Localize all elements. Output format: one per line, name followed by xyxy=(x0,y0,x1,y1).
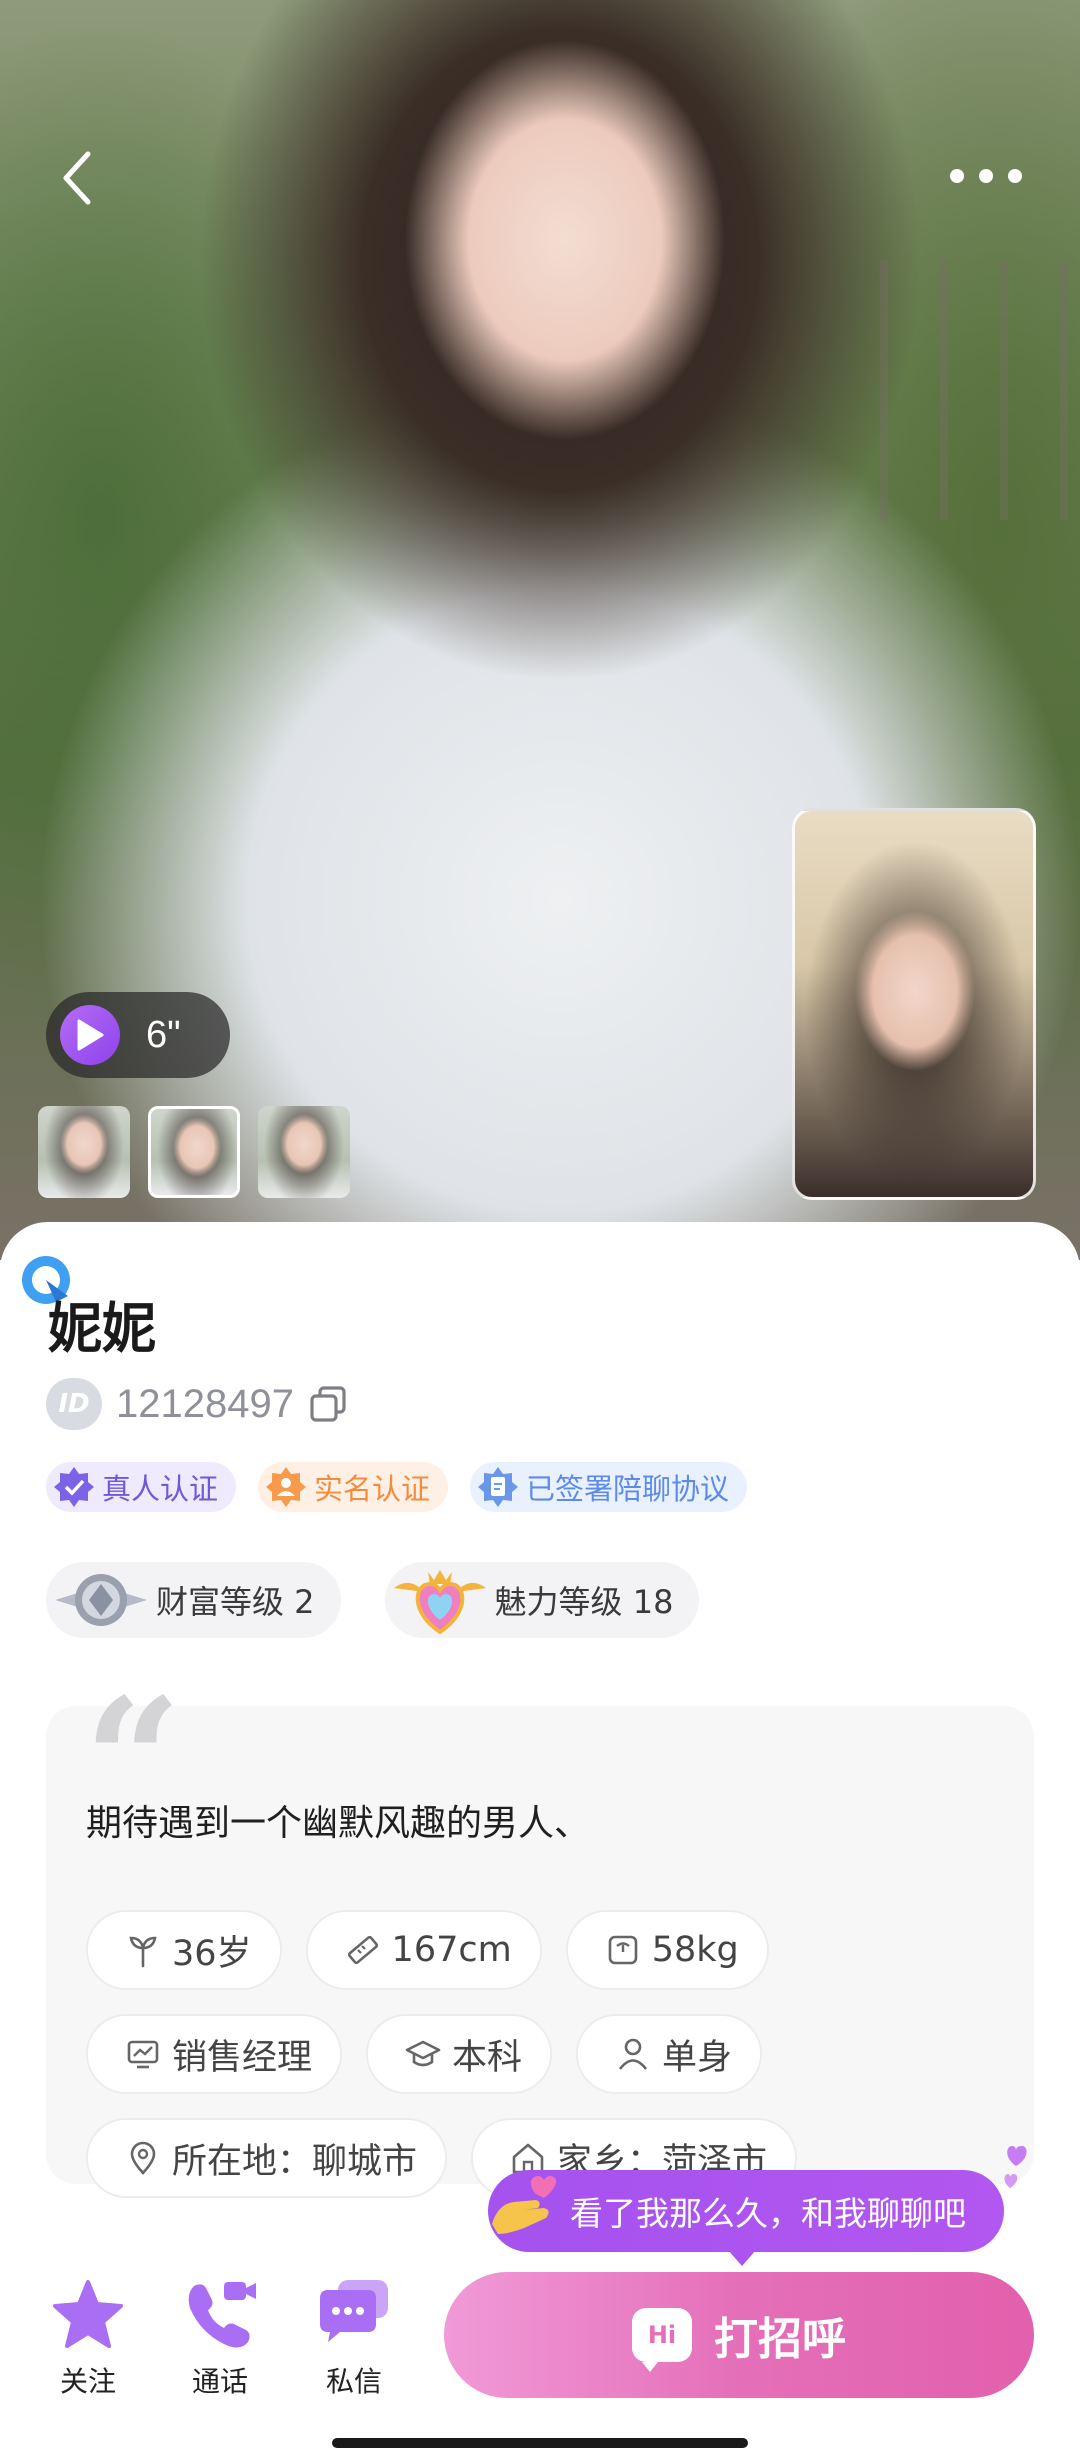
follow-label: 关注 xyxy=(59,2365,116,2398)
photo-thumbnail[interactable] xyxy=(38,1106,130,1198)
follow-button[interactable]: 关注 xyxy=(38,2274,138,2400)
call-label: 通话 xyxy=(191,2365,248,2398)
greet-button[interactable]: Hi 打招呼 xyxy=(444,2272,1034,2398)
hint-text: 看了我那么久，和我聊聊吧 xyxy=(570,2194,966,2233)
hearts-decoration-icon xyxy=(1000,2140,1040,2204)
charm-level[interactable]: 魅力等级 18 xyxy=(384,1562,700,1638)
verified-star-icon xyxy=(50,1463,98,1511)
age-label: 36岁 xyxy=(172,1933,252,1974)
real-person-badge: 真人认证 xyxy=(46,1462,237,1512)
call-button[interactable]: 通话 xyxy=(170,2274,270,2400)
play-icon xyxy=(60,1005,120,1065)
live-preview-window[interactable] xyxy=(792,808,1036,1200)
location-tag: 所在地：聊城市 xyxy=(86,2118,448,2198)
badge-label: 实名认证 xyxy=(314,1472,431,1506)
job-label: 销售经理 xyxy=(172,2037,313,2078)
profile-name: 妮妮 xyxy=(48,1297,156,1360)
age-tag: 36岁 xyxy=(86,1910,282,1990)
agreement-badge: 已签署陪聊协议 xyxy=(470,1462,748,1512)
marital-tag: 单身 xyxy=(576,2014,763,2094)
badge-label: 已签署陪聊协议 xyxy=(526,1472,730,1506)
job-tag: 销售经理 xyxy=(86,2014,343,2094)
verification-badges: 真人认证 实名认证 已签署陪聊协议 xyxy=(46,1462,748,1512)
video-duration: 6" xyxy=(146,1013,181,1056)
wealth-level[interactable]: 财富等级 2 xyxy=(46,1562,341,1638)
hand-heart-icon xyxy=(484,2164,570,2250)
greet-label: 打招呼 xyxy=(714,2314,846,2365)
message-button[interactable]: 私信 xyxy=(304,2274,404,2400)
levels-row: 财富等级 2 魅力等级 18 xyxy=(46,1562,700,1638)
copy-icon[interactable] xyxy=(308,1384,348,1424)
weight-tag: 58kg xyxy=(565,1910,769,1990)
height-label: 167cm xyxy=(391,1930,512,1970)
weight-label: 58kg xyxy=(651,1930,739,1970)
education-tag: 本科 xyxy=(366,2014,553,2094)
monitor-chart-icon xyxy=(124,2035,162,2073)
verified-person-icon xyxy=(262,1463,310,1511)
home-indicator[interactable] xyxy=(332,2438,748,2448)
wealth-medal-icon xyxy=(46,1562,156,1638)
bio-section: “ 期待遇到一个幽默风趣的男人、 36岁 167cm 58kg 销售经理 本科 … xyxy=(46,1676,1034,2198)
hi-icon: Hi xyxy=(632,2308,692,2372)
message-label: 私信 xyxy=(325,2365,382,2398)
photo-thumbnail[interactable] xyxy=(258,1106,350,1198)
chat-bubble-icon xyxy=(314,2274,394,2354)
bio-text: 期待遇到一个幽默风趣的男人、 xyxy=(86,1803,591,1844)
wealth-level-label: 财富等级 2 xyxy=(156,1583,315,1621)
chat-hint-bubble[interactable]: 看了我那么久，和我聊聊吧 xyxy=(488,2170,1004,2266)
video-button[interactable]: 6" xyxy=(46,992,230,1078)
badge-label: 真人认证 xyxy=(102,1472,219,1506)
real-name-badge: 实名认证 xyxy=(258,1462,449,1512)
video-call-icon xyxy=(180,2274,260,2354)
charm-heart-icon xyxy=(385,1562,495,1638)
id-badge: ID xyxy=(46,1378,102,1430)
person-icon xyxy=(614,2035,652,2073)
height-tag: 167cm xyxy=(305,1910,542,1990)
back-icon[interactable] xyxy=(58,148,98,208)
star-icon xyxy=(48,2274,128,2354)
photo-thumbnails xyxy=(38,1106,350,1198)
charm-level-label: 魅力等级 18 xyxy=(494,1583,674,1621)
photo-background-detail xyxy=(880,260,1080,520)
ruler-icon xyxy=(344,1931,382,1969)
location-label: 所在地：聊城市 xyxy=(172,2141,418,2182)
more-options-icon[interactable] xyxy=(950,158,1022,194)
graduation-cap-icon xyxy=(404,2035,442,2073)
scale-icon xyxy=(604,1931,642,1969)
photo-thumbnail-selected[interactable] xyxy=(148,1106,240,1198)
document-icon xyxy=(474,1463,522,1511)
id-row: ID 12128497 xyxy=(46,1376,348,1432)
sprout-icon xyxy=(124,1931,162,1969)
marital-label: 单身 xyxy=(662,2037,733,2078)
education-label: 本科 xyxy=(452,2037,523,2078)
location-pin-icon xyxy=(124,2139,162,2177)
user-id: 12128497 xyxy=(116,1381,294,1426)
